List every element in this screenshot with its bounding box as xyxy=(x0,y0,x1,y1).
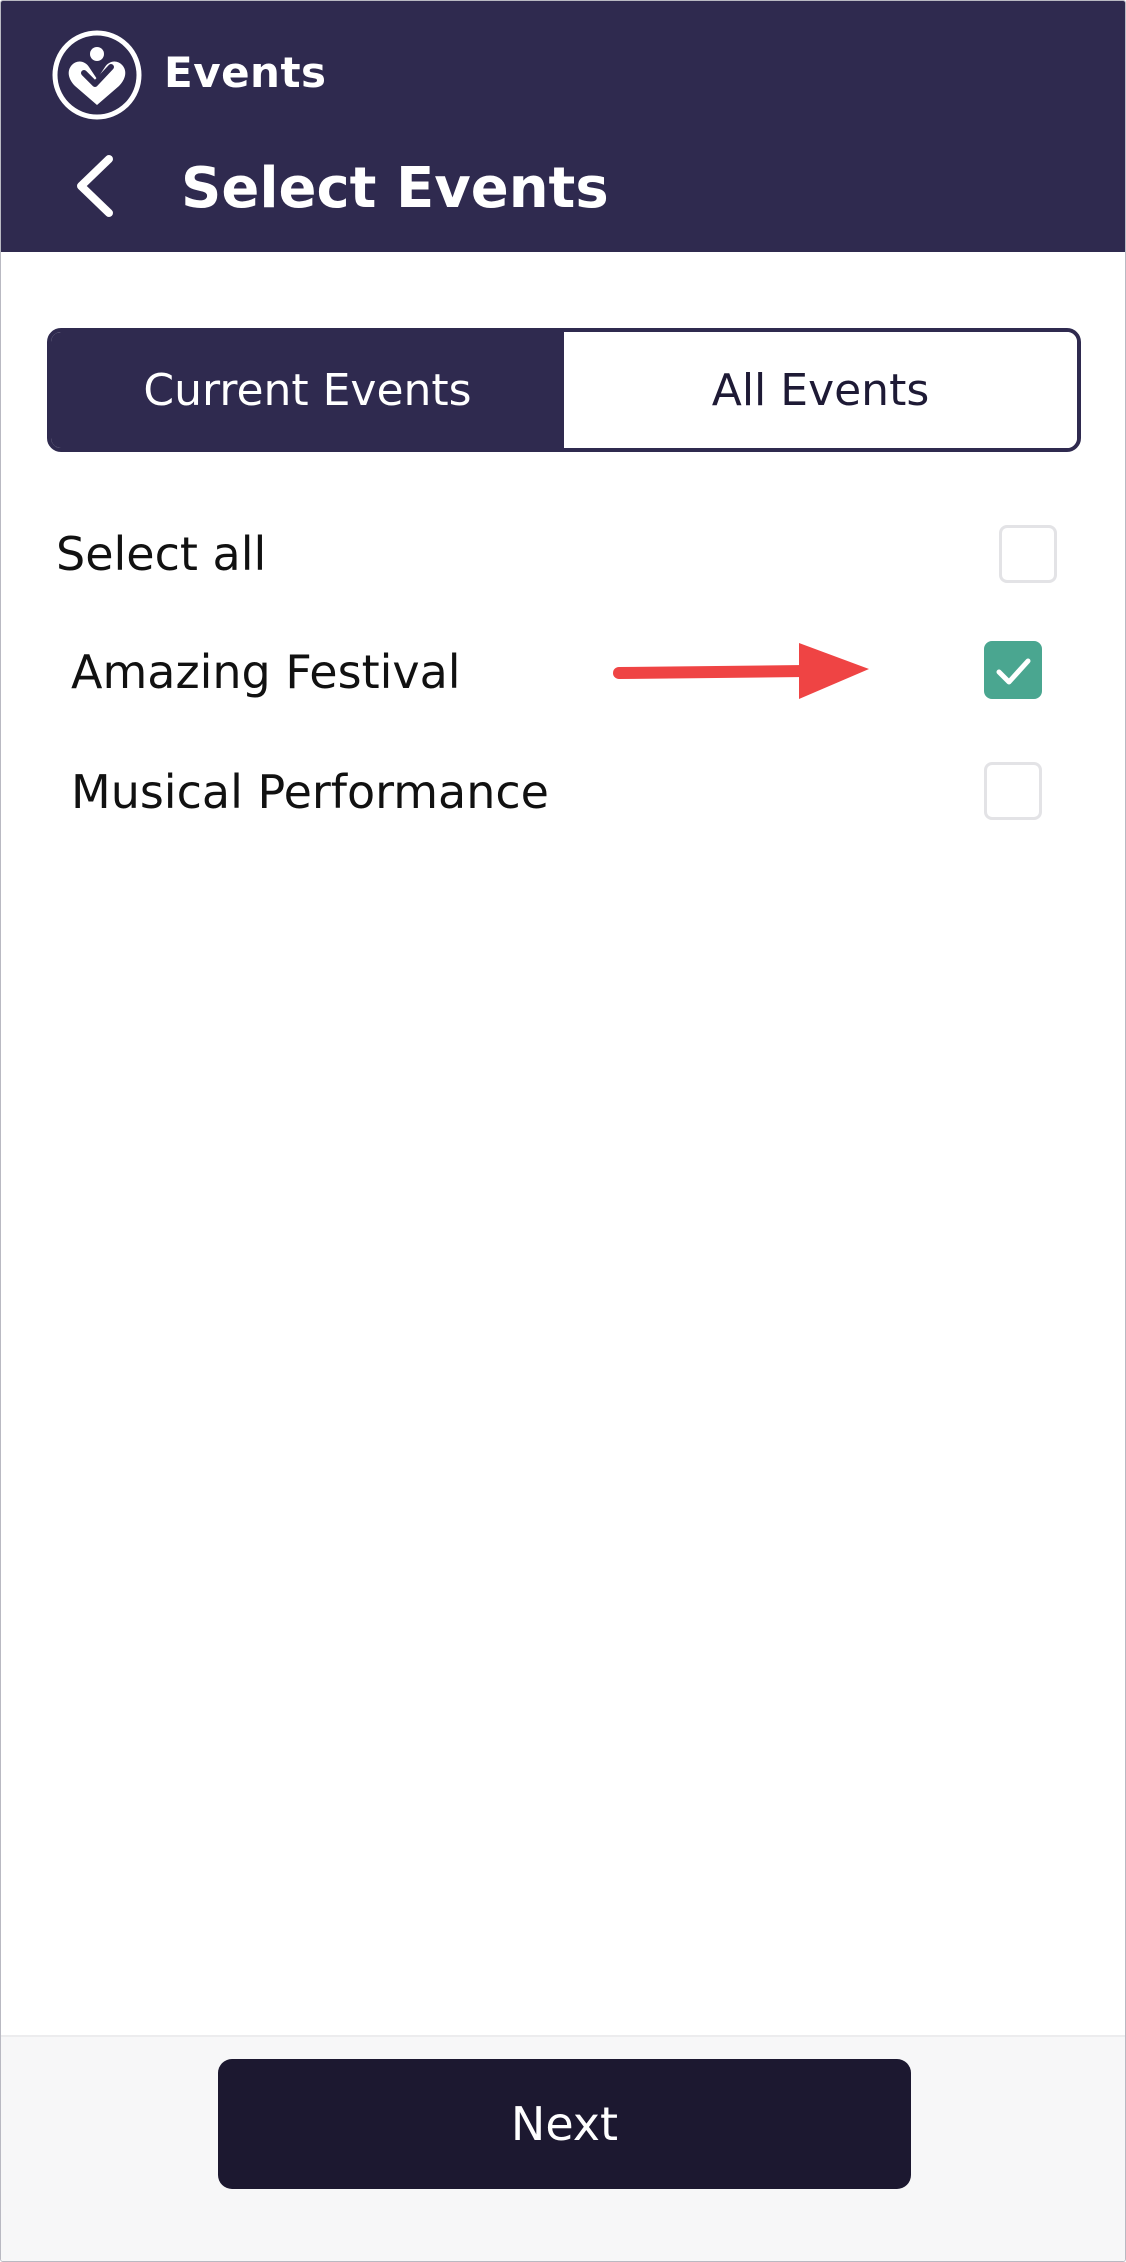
page-title: Select Events xyxy=(181,156,609,221)
event-label-amazing-festival: Amazing Festival xyxy=(71,645,461,699)
app-screen: Events Select Events Current Events All … xyxy=(0,0,1126,2262)
tab-current-events[interactable]: Current Events xyxy=(51,332,564,448)
select-all-label: Select all xyxy=(56,527,267,581)
event-label-musical-performance: Musical Performance xyxy=(71,765,549,819)
next-button[interactable]: Next xyxy=(218,2059,911,2189)
red-arrow-right-icon xyxy=(613,643,869,699)
heart-check-icon xyxy=(52,30,142,120)
chevron-left-icon[interactable] xyxy=(59,141,129,227)
event-checkbox-amazing-festival[interactable] xyxy=(984,641,1042,699)
check-icon xyxy=(996,658,1031,685)
app-header: Events Select Events xyxy=(1,1,1125,252)
tab-all-events[interactable]: All Events xyxy=(564,332,1077,448)
event-checkbox-musical-performance[interactable] xyxy=(984,762,1042,820)
event-scope-tabs: Current Events All Events xyxy=(47,328,1081,452)
app-name: Events xyxy=(164,48,327,97)
select-all-checkbox[interactable] xyxy=(999,525,1057,583)
